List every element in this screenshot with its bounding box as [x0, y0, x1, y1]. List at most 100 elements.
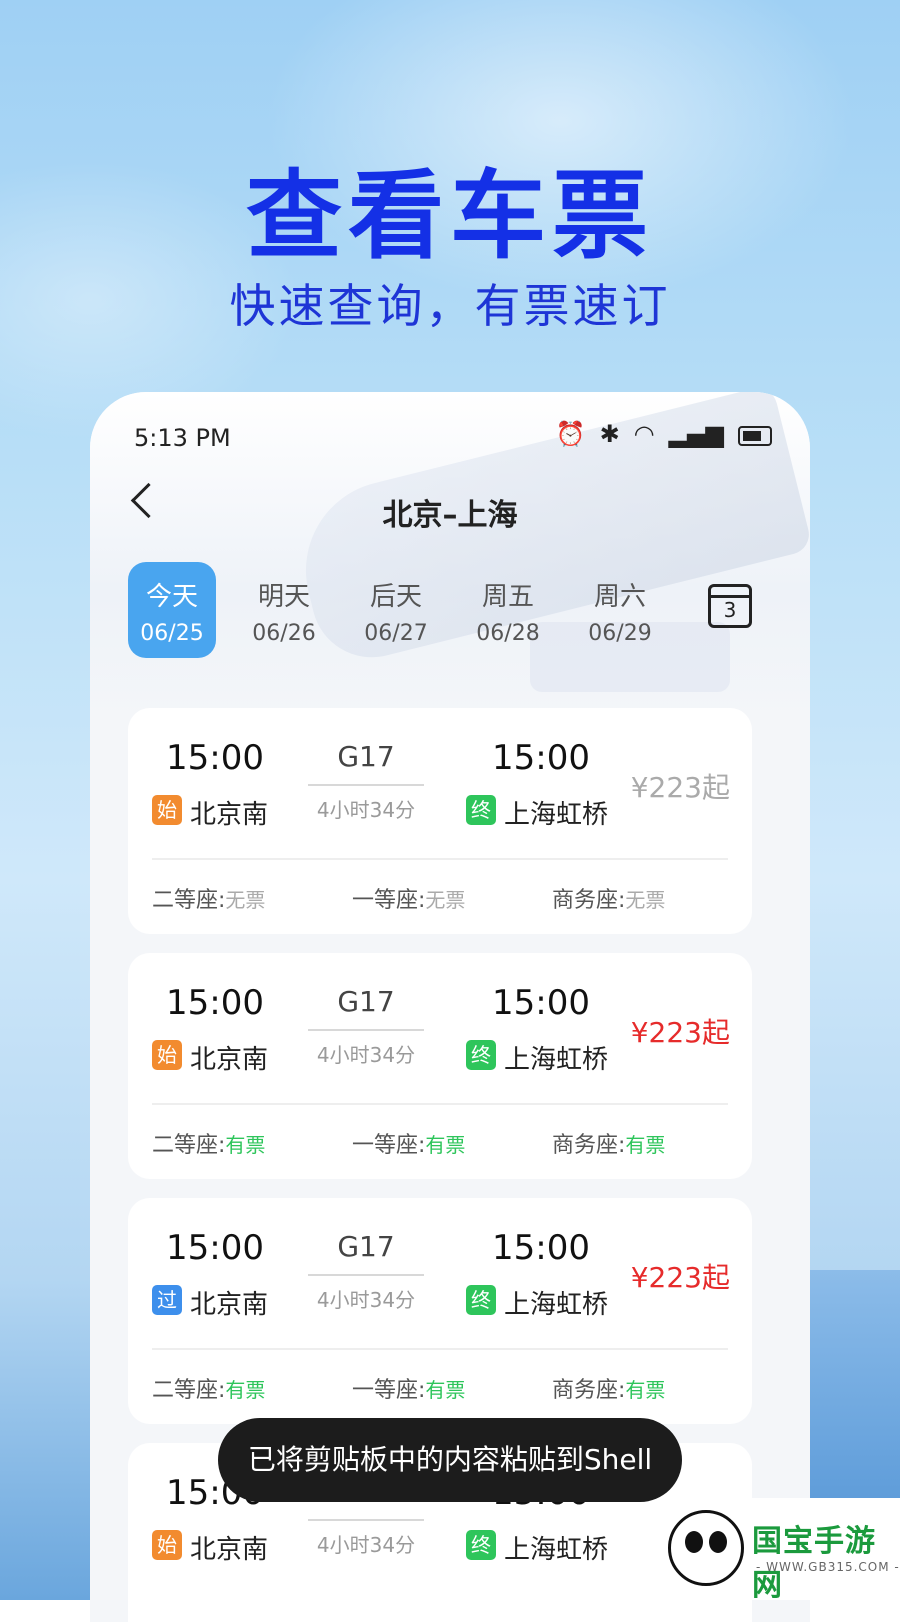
depart-time: 15:00	[166, 738, 264, 778]
depart-station: 北京南	[190, 1535, 269, 1565]
duration: 4小时34分	[316, 1533, 416, 1557]
date-tab-label: 明天	[257, 582, 310, 612]
panda-logo-icon	[668, 1510, 744, 1586]
card-divider	[152, 1348, 728, 1350]
price: ¥223起	[630, 1016, 730, 1049]
seat-label: 商务座:	[552, 1378, 626, 1403]
seat-status: 无票	[225, 888, 266, 912]
date-tab-label: 今天	[145, 582, 198, 612]
arrive-tag: 终	[466, 1040, 496, 1070]
promo-title: 查看车票	[246, 160, 654, 272]
date-tab-date: 06/25	[140, 621, 204, 646]
toast-message: 已将剪贴板中的内容粘贴到Shell	[218, 1418, 682, 1502]
arrive-time: 15:00	[492, 738, 590, 778]
arrive-station: 上海虹桥	[504, 1535, 609, 1565]
depart-tag: 始	[152, 1040, 182, 1070]
depart-time: 15:00	[166, 983, 264, 1023]
arrive-station: 上海虹桥	[504, 1290, 609, 1320]
arrive-station: 上海虹桥	[504, 1045, 609, 1075]
date-tab-label: 周六	[593, 582, 646, 612]
seat-first-class: 一等座:无票	[352, 882, 465, 914]
route-title: 北京–上海	[382, 498, 518, 533]
seat-status: 有票	[425, 1378, 466, 1402]
depart-tag: 始	[152, 795, 182, 825]
date-tab-today[interactable]: 今天 06/25	[128, 562, 216, 658]
train-number: G17	[337, 1230, 395, 1263]
depart-station: 北京南	[190, 1045, 269, 1075]
date-tab-date: 06/27	[364, 621, 428, 646]
seat-label: 商务座:	[552, 1133, 626, 1158]
date-tabs: 今天 06/25 明天 06/26 后天 06/27 周五 06/28 周六 0…	[128, 562, 688, 658]
date-tab-date: 06/26	[252, 621, 316, 646]
wifi-icon: ◠	[633, 420, 655, 448]
seat-status: 无票	[425, 888, 466, 912]
seat-second-class: 二等座:有票	[152, 1372, 265, 1404]
date-tab-friday[interactable]: 周五 06/28	[464, 562, 552, 658]
date-tab-day-after[interactable]: 后天 06/27	[352, 562, 440, 658]
seat-label: 二等座:	[152, 1133, 226, 1158]
date-tab-label: 周五	[481, 582, 534, 612]
train-line-divider	[308, 1519, 424, 1521]
depart-station: 北京南	[190, 1290, 269, 1320]
train-line-divider	[308, 1274, 424, 1276]
train-line-divider	[308, 784, 424, 786]
arrive-time: 15:00	[492, 1228, 590, 1268]
date-tab-tomorrow[interactable]: 明天 06/26	[240, 562, 328, 658]
seat-status: 有票	[625, 1133, 666, 1157]
arrive-time: 15:00	[492, 983, 590, 1023]
arrive-tag: 终	[466, 1285, 496, 1315]
calendar-icon[interactable]: 3	[708, 584, 752, 628]
date-tab-saturday[interactable]: 周六 06/29	[576, 562, 664, 658]
seat-label: 一等座:	[352, 888, 426, 913]
alarm-icon: ⏰	[555, 420, 586, 448]
card-divider	[152, 858, 728, 860]
price: ¥223起	[630, 1261, 730, 1294]
seat-first-class: 一等座:有票	[352, 1127, 465, 1159]
seat-business-class: 商务座:有票	[552, 1127, 665, 1159]
seat-label: 一等座:	[352, 1133, 426, 1158]
watermark-url: - WWW.GB315.COM -	[756, 1560, 900, 1574]
depart-tag: 过	[152, 1285, 182, 1315]
train-number: G17	[337, 740, 395, 773]
status-icons: ⏰ ✱ ◠ ▂▄▆	[556, 420, 772, 448]
card-divider	[152, 1103, 728, 1105]
site-watermark: 国宝手游网 - WWW.GB315.COM -	[656, 1498, 900, 1603]
arrive-tag: 终	[466, 1530, 496, 1560]
duration: 4小时34分	[316, 1043, 416, 1067]
depart-station: 北京南	[190, 800, 269, 830]
date-tab-date: 06/29	[588, 621, 652, 646]
status-time: 5:13 PM	[134, 424, 231, 452]
depart-tag: 始	[152, 1530, 182, 1560]
seat-first-class: 一等座:有票	[352, 1372, 465, 1404]
bluetooth-icon: ✱	[599, 420, 620, 448]
duration: 4小时34分	[316, 798, 416, 822]
train-card[interactable]: 15:00 G17 4小时34分 15:00 始 北京南 终 上海虹桥 ¥223…	[128, 708, 752, 934]
price: ¥223起	[630, 771, 730, 804]
date-tab-date: 06/28	[476, 621, 540, 646]
depart-time: 15:00	[166, 1228, 264, 1268]
promo-subtitle: 快速查询，有票速订	[229, 279, 671, 333]
seat-status: 有票	[625, 1378, 666, 1402]
train-card[interactable]: 15:00 G17 4小时34分 15:00 始 北京南 终 上海虹桥 ¥223…	[128, 953, 752, 1179]
train-line-divider	[308, 1029, 424, 1031]
battery-icon	[738, 426, 772, 446]
seat-status: 有票	[225, 1378, 266, 1402]
seat-status: 有票	[225, 1133, 266, 1157]
arrive-tag: 终	[466, 795, 496, 825]
seat-label: 一等座:	[352, 1378, 426, 1403]
seat-label: 商务座:	[552, 888, 626, 913]
seat-second-class: 二等座:无票	[152, 882, 265, 914]
seat-status: 无票	[625, 888, 666, 912]
seat-business-class: 商务座:有票	[552, 1372, 665, 1404]
calendar-day: 3	[723, 598, 737, 622]
seat-second-class: 二等座:有票	[152, 1127, 265, 1159]
signal-icon: ▂▄▆	[668, 420, 724, 448]
train-number: G17	[337, 985, 395, 1018]
train-card[interactable]: 15:00 G17 4小时34分 15:00 过 北京南 终 上海虹桥 ¥223…	[128, 1198, 752, 1424]
seat-status: 有票	[425, 1133, 466, 1157]
duration: 4小时34分	[316, 1288, 416, 1312]
seat-business-class: 商务座:无票	[552, 882, 665, 914]
seat-label: 二等座:	[152, 888, 226, 913]
arrive-station: 上海虹桥	[504, 800, 609, 830]
date-tab-label: 后天	[369, 582, 422, 612]
